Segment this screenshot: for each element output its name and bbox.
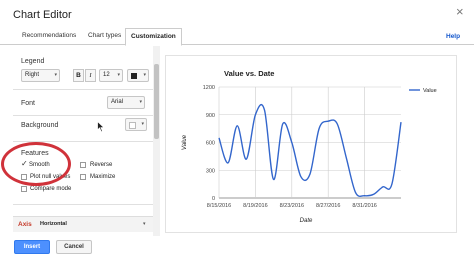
chevron-down-icon: ▾ bbox=[117, 72, 120, 78]
insert-button[interactable]: Insert bbox=[14, 240, 50, 254]
y-tick-label: 900 bbox=[206, 113, 215, 119]
compare-mode-checkbox[interactable] bbox=[21, 186, 27, 192]
tab-recommendations[interactable]: Recommendations bbox=[22, 32, 76, 39]
reverse-option-label: Reverse bbox=[90, 162, 113, 168]
mouse-cursor-icon bbox=[97, 121, 105, 133]
x-tick-label: 8/31/2016 bbox=[352, 203, 376, 209]
x-tick-label: 8/27/2016 bbox=[316, 203, 340, 209]
y-tick-label: 0 bbox=[212, 196, 215, 202]
legend-position-select[interactable]: Right ▾ bbox=[21, 69, 60, 82]
axis-select-value[interactable]: Horizontal bbox=[40, 221, 67, 227]
chevron-down-icon: ▾ bbox=[143, 221, 146, 227]
font-size-value: 12 bbox=[103, 72, 110, 78]
legend-label: Legend bbox=[21, 58, 45, 65]
chevron-down-icon: ▾ bbox=[143, 72, 146, 78]
highlight-circle bbox=[1, 142, 71, 186]
customization-panel: Legend Right ▾ B I 12 ▾ ▾ Font Arial ▾ B… bbox=[13, 46, 153, 236]
font-label: Font bbox=[21, 100, 36, 107]
axis-label: Axis bbox=[18, 221, 32, 228]
divider bbox=[13, 204, 153, 205]
help-link[interactable]: Help bbox=[446, 33, 460, 40]
chevron-down-icon: ▾ bbox=[141, 121, 144, 127]
tab-bar: Recommendations Chart types Customizatio… bbox=[0, 27, 474, 46]
chart-title: Value vs. Date bbox=[224, 69, 274, 78]
italic-button[interactable]: I bbox=[85, 69, 96, 82]
y-tick-label: 300 bbox=[206, 168, 215, 174]
legend-label: Value bbox=[423, 88, 437, 94]
axis-section[interactable]: Axis Horizontal ▾ bbox=[13, 216, 153, 232]
background-label: Background bbox=[21, 122, 59, 129]
scrollbar-thumb[interactable] bbox=[154, 64, 159, 139]
y-axis-label: Value bbox=[182, 134, 188, 150]
legend-position-value: Right bbox=[25, 72, 40, 78]
bold-button[interactable]: B bbox=[73, 69, 84, 82]
reverse-checkbox[interactable] bbox=[80, 162, 86, 168]
maximize-option-label: Maximize bbox=[90, 174, 116, 180]
chart-preview: Value vs. Date 0 300 600 900 1200 8/15/2016 8/1… bbox=[165, 55, 457, 233]
background-color-picker[interactable]: ▾ bbox=[125, 118, 147, 131]
tab-customization[interactable]: Customization bbox=[125, 28, 182, 46]
series-line-value bbox=[218, 103, 402, 197]
divider bbox=[13, 115, 153, 116]
y-tick-label: 600 bbox=[206, 141, 215, 147]
dialog-title: Chart Editor bbox=[13, 9, 72, 21]
maximize-checkbox[interactable] bbox=[80, 174, 86, 180]
chart-svg: Value vs. Date 0 300 600 900 1200 8/15/2016 8/1… bbox=[182, 69, 437, 224]
color-swatch bbox=[131, 73, 137, 79]
x-tick-label: 8/23/2016 bbox=[280, 203, 304, 209]
divider bbox=[13, 89, 153, 90]
legend-color-picker[interactable]: ▾ bbox=[127, 69, 149, 82]
chevron-down-icon: ▾ bbox=[139, 99, 142, 105]
x-tick-label: 8/19/2016 bbox=[243, 203, 267, 209]
panel-scrollbar[interactable] bbox=[153, 46, 160, 236]
x-axis-label: Date bbox=[300, 218, 313, 224]
font-value: Arial bbox=[111, 99, 124, 105]
tab-chart-types[interactable]: Chart types bbox=[88, 32, 121, 39]
color-swatch bbox=[129, 122, 136, 129]
close-icon[interactable]: × bbox=[456, 5, 464, 18]
x-tick-label: 8/15/2016 bbox=[207, 203, 231, 209]
compare-mode-label: Compare mode bbox=[30, 186, 72, 192]
y-tick-label: 1200 bbox=[203, 85, 215, 91]
font-select[interactable]: Arial ▾ bbox=[107, 96, 145, 109]
font-size-select[interactable]: 12 ▾ bbox=[99, 69, 123, 82]
chevron-down-icon: ▾ bbox=[54, 72, 57, 78]
cancel-button[interactable]: Cancel bbox=[56, 240, 92, 254]
